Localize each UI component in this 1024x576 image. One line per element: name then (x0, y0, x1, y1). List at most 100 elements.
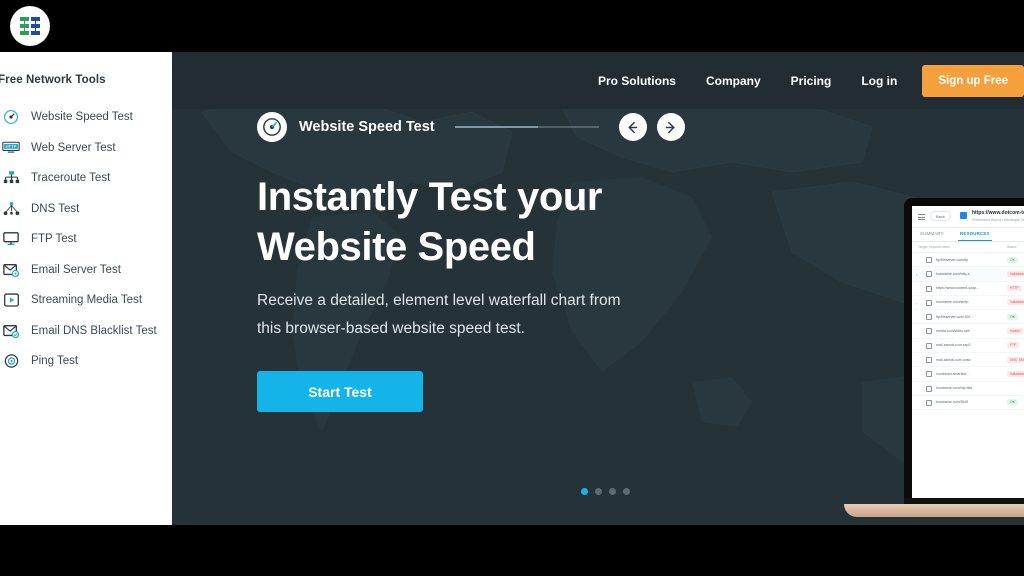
resource-table-body: ftp/fileserver.com/ftpOK192.168.3...›hos… (912, 253, 1024, 411)
resource-type-icon (926, 371, 932, 378)
page-title: Instantly Test your Website Speed (257, 172, 685, 272)
status-badge: Validation 43 (1007, 270, 1024, 277)
arrow-right-icon (665, 121, 675, 133)
resource-type-icon (926, 257, 932, 263)
resource-name: hostname.com/DNS (936, 400, 969, 405)
sidebar-item-label: Traceroute Test (31, 172, 111, 185)
table-row[interactable]: media.com/video.swfInvalidogility.c... (912, 324, 1024, 339)
sidebar-item-label: Web Server Test (31, 141, 116, 154)
expand-caret-icon[interactable]: › (916, 272, 917, 277)
sidebar-item-label: Email Server Test (31, 263, 121, 276)
brand-logo[interactable] (10, 6, 50, 46)
carousel-next-button[interactable] (656, 113, 685, 141)
sidebar-item-label: Email DNS Blacklist Test (31, 324, 157, 337)
status-badge: OK (1007, 313, 1018, 320)
resource-type-icon (926, 299, 932, 306)
sidebar-item-traceroute-test[interactable]: Traceroute Test (0, 163, 172, 194)
subtitle-line-1: Receive a detailed, element level waterf… (257, 292, 621, 309)
sidebar-item-ping-test[interactable]: Ping Test (0, 346, 172, 377)
hero-section: Website Speed Test Instantly Test your W… (172, 52, 1024, 525)
speedometer-icon (257, 112, 287, 142)
start-test-button[interactable]: Start Test (257, 371, 423, 412)
sidebar-item-email-dns-blacklist-test[interactable]: Email DNS Blacklist Test (0, 316, 172, 347)
resource-name: ftp/fileserver.com/ftp (936, 257, 969, 262)
sidebar: Free Network Tools Website Speed Test HT… (0, 52, 172, 525)
sidebar-item-streaming-media-test[interactable]: Streaming Media Test (0, 285, 172, 316)
table-header: Target, request name Status Content-Ty..… (912, 242, 1024, 253)
sidebar-item-web-server-test[interactable]: HTTP Web Server Test (0, 133, 172, 164)
headline-line-1: Instantly Test your (257, 175, 603, 219)
resource-name: hostname.com/http-s (936, 271, 970, 276)
table-row[interactable]: hostname.com/DNSOKagility.c...14.142... (912, 396, 1024, 411)
favicon-icon (960, 212, 967, 219)
monitor-icon (0, 229, 24, 249)
table-row[interactable]: combined.smartine...Validation +1cdn.sm.… (912, 367, 1024, 382)
tab-resources[interactable]: RESOURCES (960, 231, 990, 236)
top-navigation-bar: Pro Solutions Company Pricing Log in Sig… (172, 52, 1024, 109)
resource-name: mail.zamok.com.ovsd (936, 357, 971, 362)
table-row[interactable]: ftp/fileserver.com/ftpOK192.168.3... (912, 253, 1024, 268)
sidebar-item-ftp-test[interactable]: FTP Test (0, 224, 172, 255)
nav-item-pricing[interactable]: Pricing (776, 74, 847, 88)
status-badge: DNS SMB (1007, 356, 1024, 363)
sign-up-free-button[interactable]: Sign up Free (922, 64, 1024, 97)
resource-name: https://www.content-soap... (936, 286, 980, 291)
hero-eyebrow-label: Website Speed Test (299, 119, 435, 135)
table-row[interactable]: ›hostname.com/smtpValidationserver.ce...… (912, 296, 1024, 311)
resource-name: hostname.com/ntp.bits (936, 386, 973, 391)
tab-summary[interactable]: SUMMARY (920, 231, 944, 236)
resource-type-icon (926, 399, 932, 406)
hero-subtitle: Receive a detailed, element level waterf… (257, 287, 685, 343)
browser-back-button[interactable]: Back (930, 211, 951, 221)
status-badge: OK (1007, 256, 1018, 263)
nav-item-log-in[interactable]: Log in (846, 74, 912, 88)
status-badge: Validation (1007, 299, 1024, 306)
dns-nodes-icon (0, 199, 24, 219)
carousel-dot-2[interactable] (595, 488, 602, 495)
resource-name: media.com/video.swf (936, 328, 970, 333)
carousel-dot-4[interactable] (623, 488, 630, 495)
sidebar-item-email-server-test[interactable]: Email Server Test (0, 255, 172, 286)
logo-icon (20, 17, 40, 35)
network-tree-icon (0, 168, 24, 188)
carousel-dot-1[interactable] (581, 488, 588, 495)
hamburger-icon[interactable] (918, 214, 925, 222)
sidebar-item-website-speed-test[interactable]: Website Speed Test (0, 102, 172, 133)
table-row[interactable]: ›hostname.com/http-sValidation 43utmmn-t… (912, 267, 1024, 282)
resource-name: mail.zamok.com.ssp3 (936, 343, 971, 348)
hero-content: Website Speed Test Instantly Test your W… (257, 112, 685, 412)
table-row[interactable]: mail.zamok.com.ovsdDNS SMBsenc.cc... (912, 353, 1024, 368)
sidebar-item-label: Streaming Media Test (31, 294, 143, 307)
browser-url[interactable]: https://www.dotcom-tools.com/website-spe… (972, 210, 1024, 216)
subtitle-line-2: this browser-based website speed test. (257, 320, 525, 337)
resource-type-icon (926, 357, 932, 364)
table-row[interactable]: mail.zamok.com.ssp3FTPtemo.cc... (912, 339, 1024, 354)
carousel-dots (581, 488, 630, 495)
carousel-progress-line (454, 126, 599, 128)
column-header: Status (1007, 245, 1017, 249)
play-square-icon (0, 290, 24, 310)
resource-type-icon (926, 342, 932, 349)
sidebar-item-dns-test[interactable]: DNS Test (0, 194, 172, 225)
laptop-lid: Back https://www.dotcom-tools.com/websit… (904, 198, 1024, 510)
table-row[interactable]: ftp/fileserver.com/100...OKl.cdn.co... (912, 310, 1024, 325)
active-tab-underline (958, 239, 992, 241)
laptop-screen: Back https://www.dotcom-tools.com/websit… (912, 206, 1024, 500)
resource-name: hostname.com/smtp (936, 300, 969, 305)
svg-text:HTTP: HTTP (6, 144, 17, 149)
envelope-check-icon (0, 321, 24, 341)
nav-item-company[interactable]: Company (691, 74, 776, 88)
table-row[interactable]: hostname.com/ntp.bitscdn.tr... (912, 382, 1024, 396)
carousel-dot-3[interactable] (609, 488, 616, 495)
headline-line-2: Website Speed (257, 225, 536, 269)
hero-eyebrow-row: Website Speed Test (257, 112, 685, 142)
column-header: Target, request name (918, 245, 951, 249)
table-row[interactable]: https://www.content-soap...HTTPsdo.zm...… (912, 282, 1024, 296)
sidebar-item-label: Website Speed Test (31, 111, 133, 124)
speedometer-icon (0, 107, 24, 127)
arrow-left-icon (628, 121, 638, 133)
expand-caret-icon[interactable]: › (916, 301, 917, 306)
nav-item-pro-solutions[interactable]: Pro Solutions (583, 74, 691, 88)
carousel-prev-button[interactable] (618, 113, 647, 141)
sidebar-item-label: DNS Test (31, 202, 80, 215)
